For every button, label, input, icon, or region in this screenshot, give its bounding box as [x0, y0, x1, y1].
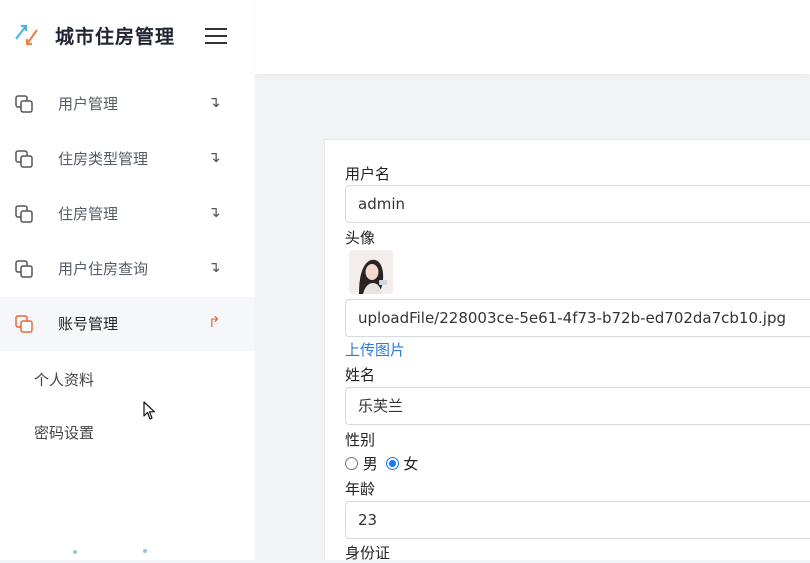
sidebar-item-user-housing-query[interactable]: 用户住房查询 ↴	[0, 242, 255, 296]
scroll-dot	[143, 549, 147, 553]
menu-toggle-icon[interactable]	[205, 28, 227, 46]
scroll-dot	[73, 550, 77, 554]
sidebar-item-label: 住房类型管理	[58, 150, 149, 168]
expand-arrow-icon: ↴	[208, 148, 221, 166]
avatar-path-field[interactable]: uploadFile/228003ce-5e61-4f73-b72b-ed702…	[345, 299, 810, 337]
sidebar-subitem-password[interactable]: 密码设置	[34, 422, 94, 443]
mouse-cursor-icon	[143, 401, 156, 420]
upload-image-link[interactable]: 上传图片	[345, 339, 405, 360]
gender-female-label: 女	[403, 455, 419, 473]
name-field[interactable]: 乐芙兰	[345, 387, 810, 425]
copy-icon	[15, 95, 33, 113]
expand-arrow-icon: ↴	[208, 258, 221, 276]
expand-arrow-icon: ↴	[208, 93, 221, 111]
sidebar-subitem-profile[interactable]: 个人资料	[34, 369, 94, 390]
brand: 城市住房管理	[0, 0, 255, 72]
copy-icon	[15, 205, 33, 223]
sidebar-item-users[interactable]: 用户管理 ↴	[0, 77, 255, 131]
avatar-image	[349, 250, 393, 294]
copy-icon	[15, 150, 33, 168]
sidebar-item-housing-types[interactable]: 住房类型管理 ↴	[0, 132, 255, 186]
copy-icon	[15, 260, 33, 278]
sidebar-item-label: 用户住房查询	[58, 260, 149, 278]
avatar-label: 头像	[345, 229, 376, 247]
username-label: 用户名	[345, 165, 391, 183]
app-title: 城市住房管理	[55, 26, 176, 48]
logo-icon	[15, 24, 38, 46]
sidebar-item-label: 账号管理	[58, 315, 119, 333]
name-label: 姓名	[345, 366, 376, 384]
gender-radio-group: 男 女	[345, 453, 418, 473]
top-header	[255, 0, 810, 74]
collapse-arrow-icon: ↱	[208, 313, 221, 331]
avatar	[349, 250, 393, 294]
gender-female-radio[interactable]	[385, 457, 399, 470]
sidebar-item-account[interactable]: 账号管理 ↱	[0, 297, 255, 351]
gender-label: 性别	[345, 431, 376, 449]
username-field[interactable]: admin	[345, 185, 810, 223]
gender-male-radio[interactable]	[345, 457, 358, 470]
sidebar-item-label: 住房管理	[58, 205, 119, 223]
age-field[interactable]: 23	[345, 501, 810, 539]
age-label: 年龄	[345, 480, 376, 498]
sidebar-item-housing[interactable]: 住房管理 ↴	[0, 187, 255, 241]
sidebar: 城市住房管理 用户管理 ↴ 住房类型管理 ↴ 住房管理 ↴ 用户住房查询 ↴ 账…	[0, 0, 255, 560]
copy-icon	[15, 315, 33, 333]
sidebar-item-label: 用户管理	[58, 95, 119, 113]
gender-male-label: 男	[362, 455, 378, 473]
expand-arrow-icon: ↴	[208, 203, 221, 221]
